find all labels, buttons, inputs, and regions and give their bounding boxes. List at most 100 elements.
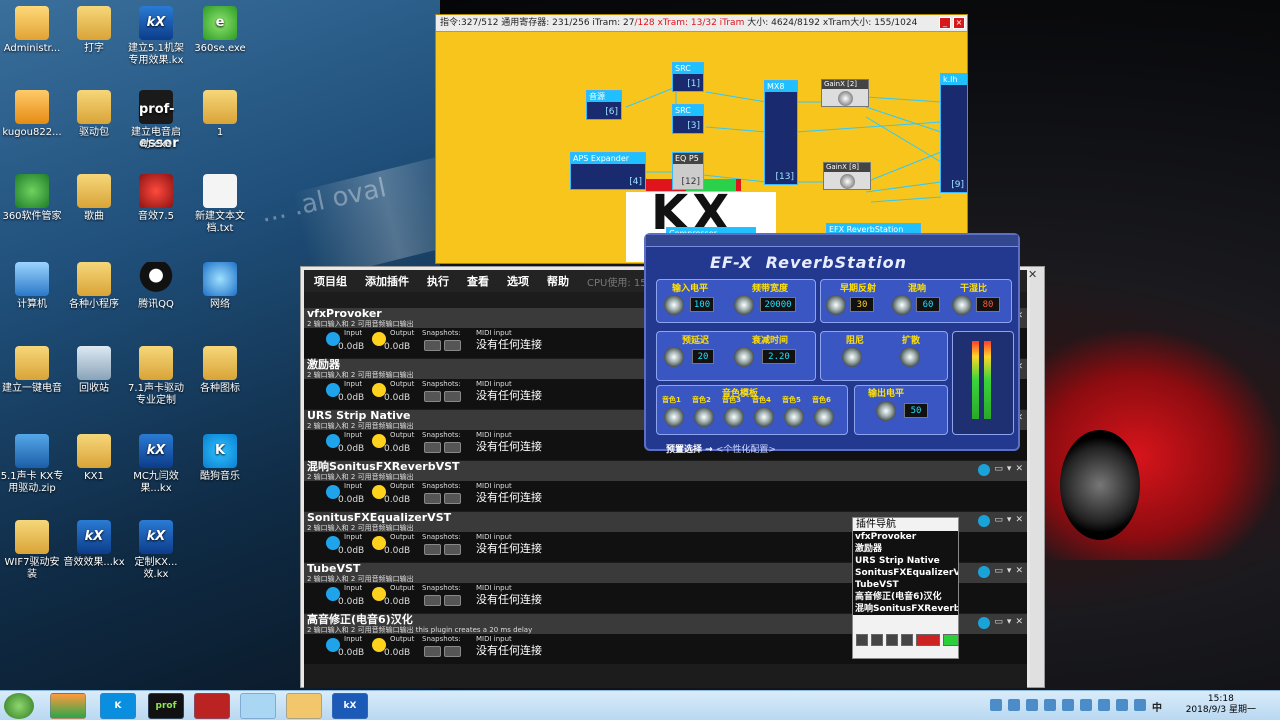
desktop-icon[interactable]: 计算机 <box>0 262 64 311</box>
node-eq-p5[interactable]: EQ P5 [12] <box>672 152 704 190</box>
close-icon[interactable]: ✕ <box>1015 617 1023 629</box>
minimize-icon[interactable]: _ <box>939 17 951 29</box>
desktop-icon[interactable]: 打字 <box>62 6 126 55</box>
desktop-icon[interactable]: Administr... <box>0 6 64 55</box>
desktop-icon[interactable]: e 360se.exe <box>188 6 252 55</box>
clock[interactable]: 15:18 2018/9/3 星期一 <box>1186 694 1256 716</box>
desktop-icon[interactable]: kX MC九闫效果...kx <box>124 434 188 495</box>
snapshot-store-button[interactable] <box>424 391 441 402</box>
menu-help[interactable]: 帮助 <box>547 273 569 289</box>
start-button[interactable] <box>4 693 34 719</box>
gain-knob-icon[interactable] <box>838 91 853 106</box>
tone-knob-icon[interactable] <box>694 407 714 427</box>
navigator-item[interactable]: 高音修正(电音6)汉化 <box>853 591 958 603</box>
taskbar-kx-icon[interactable]: kX <box>332 693 368 719</box>
desktop-icon[interactable]: KX1 <box>62 434 126 483</box>
navigator-item[interactable]: 混响SonitusFXReverb <box>853 603 958 615</box>
snapshot-store-button[interactable] <box>424 493 441 504</box>
close-icon[interactable]: ✕ <box>1028 269 1040 281</box>
tray-icon[interactable] <box>1134 699 1146 711</box>
desktop-icon[interactable]: prof-essor 建立电音启动.exe <box>124 90 188 151</box>
snapshot-recall-button[interactable] <box>444 544 461 555</box>
desktop-icon[interactable]: kX 建立5.1机架专用效果.kx <box>124 6 188 67</box>
close-icon[interactable]: ✕ <box>1015 464 1023 476</box>
gain-knob-icon[interactable] <box>840 174 855 189</box>
snapshot-recall-button[interactable] <box>444 646 461 657</box>
desktop-icon[interactable]: 各种图标 <box>188 346 252 395</box>
snapshot-store-button[interactable] <box>424 442 441 453</box>
taskbar-explorer-icon[interactable] <box>286 693 322 719</box>
tone-knob-icon[interactable] <box>754 407 774 427</box>
efx-reverbstation-window[interactable]: EF-X ReverbStation 输入电平 频带宽度 100 20000 早… <box>644 233 1020 455</box>
close-icon[interactable]: ✕ <box>1015 515 1023 527</box>
nav-button-3[interactable] <box>886 634 898 646</box>
taskbar-audio-icon[interactable] <box>194 693 230 719</box>
navigator-item[interactable]: URS Strip Native <box>853 555 958 567</box>
taskbar-window-icon[interactable] <box>240 693 276 719</box>
snapshot-store-button[interactable] <box>424 544 441 555</box>
tone-knob-icon[interactable] <box>814 407 834 427</box>
tray-icon[interactable] <box>1080 699 1092 711</box>
desktop-icon[interactable]: kX 音效效果...kx <box>62 520 126 569</box>
snapshot-recall-button[interactable] <box>444 340 461 351</box>
node-src-1[interactable]: SRC [1] <box>672 62 704 92</box>
nav-button-2[interactable] <box>871 634 883 646</box>
desktop-icon[interactable]: 5.1声卡 KX专用驱动.zip <box>0 434 64 495</box>
nav-button-1[interactable] <box>856 634 868 646</box>
rack-scrollbar[interactable] <box>1030 267 1044 687</box>
preset-selector[interactable]: 预置选择 → <个性化配置> <box>666 442 776 455</box>
navigator-item[interactable]: vfxProvoker <box>853 531 958 543</box>
snapshot-store-button[interactable] <box>424 646 441 657</box>
desktop-icon[interactable]: 7.1声卡驱动专业定制 <box>124 346 188 407</box>
taskbar-kugou-icon[interactable]: K <box>100 693 136 719</box>
nav-green-button[interactable] <box>943 634 959 646</box>
desktop-icon[interactable]: 1 <box>188 90 252 139</box>
menu-view[interactable]: 查看 <box>467 273 489 289</box>
taskbar-360-icon[interactable] <box>50 693 86 719</box>
navigator-item[interactable]: SonitusFXEqualizerVST <box>853 567 958 579</box>
tray-icon[interactable] <box>1116 699 1128 711</box>
plugin-navigator[interactable]: 插件导航 vfxProvoker 激励器 URS Strip Native Sonit… <box>852 517 959 659</box>
dry-wet-knob-icon[interactable] <box>952 295 972 315</box>
recall-button[interactable] <box>916 634 940 646</box>
chevron-down-icon[interactable]: ▾ <box>1007 617 1012 629</box>
tray-icon[interactable] <box>1026 699 1038 711</box>
bandwidth-knob-icon[interactable] <box>734 295 754 315</box>
tray-icon[interactable] <box>1062 699 1074 711</box>
tray-icon[interactable] <box>1044 699 1056 711</box>
node-gainx-8[interactable]: GainX [8] <box>823 162 871 190</box>
minimize-icon[interactable]: ▭ <box>994 617 1003 629</box>
tone-knob-icon[interactable] <box>784 407 804 427</box>
taskbar-professor-icon[interactable]: prof <box>148 693 184 719</box>
decay-knob-icon[interactable] <box>734 347 754 367</box>
nav-button-4[interactable] <box>901 634 913 646</box>
tray-icon[interactable] <box>1008 699 1020 711</box>
node-source[interactable]: 音源 [6] <box>586 90 622 120</box>
minimize-icon[interactable]: ▭ <box>994 566 1003 578</box>
minimize-icon[interactable]: ▭ <box>994 515 1003 527</box>
snapshot-recall-button[interactable] <box>444 493 461 504</box>
desktop-icon[interactable]: kX 定制KX...效.kx <box>124 520 188 581</box>
navigator-item[interactable]: 激励器 <box>853 543 958 555</box>
snapshot-store-button[interactable] <box>424 595 441 606</box>
close-icon[interactable]: × <box>953 17 965 29</box>
ime-indicator[interactable]: 中 <box>1152 699 1162 714</box>
menu-execute[interactable]: 执行 <box>427 273 449 289</box>
menu-options[interactable]: 选项 <box>507 273 529 289</box>
diffusion-knob-icon[interactable] <box>900 347 920 367</box>
predelay-knob-icon[interactable] <box>664 347 684 367</box>
node-aps-expander[interactable]: APS Expander [4] <box>570 152 646 190</box>
dsp-window[interactable]: 指令:327/512 通用寄存器: 231/256 iTram: 27/128 … <box>435 14 968 264</box>
desktop-icon[interactable]: 各种小程序 <box>62 262 126 311</box>
desktop-icon[interactable]: kugou822... <box>0 90 64 139</box>
snapshot-recall-button[interactable] <box>444 391 461 402</box>
chevron-down-icon[interactable]: ▾ <box>1007 566 1012 578</box>
early-reflection-knob-icon[interactable] <box>826 295 846 315</box>
desktop-icon[interactable]: 回收站 <box>62 346 126 395</box>
desktop-icon[interactable]: 腾讯QQ <box>124 262 188 311</box>
desktop-icon[interactable]: 360软件管家 <box>0 174 64 223</box>
input-level-knob-icon[interactable] <box>664 295 684 315</box>
close-icon[interactable]: ✕ <box>1015 566 1023 578</box>
chevron-down-icon[interactable]: ▾ <box>1007 464 1012 476</box>
desktop-icon[interactable]: 建立一键电音 <box>0 346 64 395</box>
